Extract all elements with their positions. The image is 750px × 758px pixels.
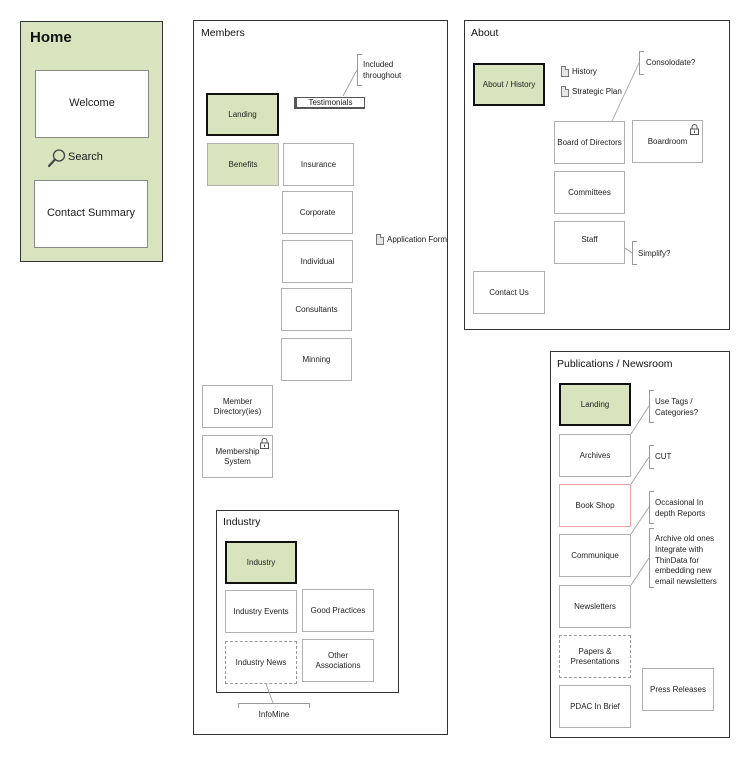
search-item[interactable]: Search xyxy=(47,148,127,168)
consolidate-note: Consolodate? xyxy=(646,58,696,67)
infomine-label: InfoMine xyxy=(258,710,290,719)
industry-title: Industry xyxy=(223,516,261,528)
industry-landing-box[interactable]: Industry xyxy=(225,541,297,584)
board-of-directors-box[interactable]: Board of Directors xyxy=(554,121,625,164)
search-label: Search xyxy=(68,151,103,163)
industry-news-box[interactable]: Industry News xyxy=(225,641,297,684)
membership-system-label: Membership System xyxy=(215,446,260,466)
membership-system-box[interactable]: Membership System xyxy=(202,435,273,478)
strategic-plan-doc-label: Strategic Plan xyxy=(572,87,622,96)
history-doc-item[interactable]: History xyxy=(560,65,620,78)
other-associations-box[interactable]: Other Associations xyxy=(302,639,374,682)
newsletters-note-bracket xyxy=(649,528,654,588)
contact-us-box[interactable]: Contact Us xyxy=(473,271,545,314)
lock-icon xyxy=(260,438,269,449)
application-form-label: Application Form xyxy=(387,235,448,244)
benefit-insurance-box[interactable]: Insurance xyxy=(283,143,354,186)
document-icon xyxy=(561,86,569,97)
book-shop-box[interactable]: Book Shop xyxy=(559,484,631,527)
welcome-box[interactable]: Welcome xyxy=(35,70,149,138)
archives-note-bracket xyxy=(649,390,654,423)
consolidate-note-bracket xyxy=(639,51,644,75)
boardroom-box[interactable]: Boardroom xyxy=(632,120,703,163)
benefits-box[interactable]: Benefits xyxy=(207,143,279,186)
boardroom-label: Boardroom xyxy=(647,136,688,146)
newsletters-box[interactable]: Newsletters xyxy=(559,585,631,628)
simplify-note: Simplify? xyxy=(638,249,671,258)
testimonials-label: Testimonials xyxy=(308,98,353,107)
archives-note: Use Tags / Categories? xyxy=(655,397,699,417)
members-title: Members xyxy=(201,27,245,39)
press-releases-box[interactable]: Press Releases xyxy=(642,668,714,711)
publications-title: Publications / Newsroom xyxy=(557,358,673,370)
simplify-note-bracket xyxy=(632,241,637,265)
industry-events-box[interactable]: Industry Events xyxy=(225,590,297,633)
papers-presentations-box[interactable]: Papers & Presentations xyxy=(559,635,631,678)
archives-box[interactable]: Archives xyxy=(559,434,631,477)
book-shop-note-bracket xyxy=(649,445,654,469)
benefit-corporate-box[interactable]: Corporate xyxy=(282,191,353,234)
book-shop-note: CUT xyxy=(655,452,672,461)
contact-summary-box[interactable]: Contact Summary xyxy=(34,180,148,248)
good-practices-box[interactable]: Good Practices xyxy=(302,589,374,632)
history-doc-label: History xyxy=(572,67,597,76)
testimonials-note: Included throughout xyxy=(363,60,402,80)
communique-box[interactable]: Communique xyxy=(559,534,631,577)
pdac-in-brief-box[interactable]: PDAC In Brief xyxy=(559,685,631,728)
search-icon xyxy=(47,149,66,168)
home-title: Home xyxy=(30,29,72,46)
staff-box[interactable]: Staff xyxy=(554,221,625,264)
about-title: About xyxy=(471,27,499,39)
testimonials-box[interactable]: Testimonials xyxy=(294,97,365,109)
communique-note: Occasional In depth Reports xyxy=(655,498,706,518)
benefit-consultants-box[interactable]: Consultants xyxy=(281,288,352,331)
benefit-minning-box[interactable]: Minning xyxy=(281,338,352,381)
testimonials-note-bracket xyxy=(357,54,362,86)
home-section: Home Welcome Search Contact Summary xyxy=(20,21,163,262)
member-directory-box[interactable]: Member Directory(ies) xyxy=(202,385,273,428)
communique-note-bracket xyxy=(649,491,654,524)
members-landing-box[interactable]: Landing xyxy=(206,93,279,136)
infomine-bracket xyxy=(238,703,310,708)
application-form-item[interactable]: Application Form xyxy=(375,233,447,247)
document-icon xyxy=(561,66,569,77)
strategic-plan-doc-item[interactable]: Strategic Plan xyxy=(560,85,630,98)
lock-icon xyxy=(690,124,699,135)
committees-box[interactable]: Committees xyxy=(554,171,625,214)
document-icon xyxy=(376,234,384,245)
about-history-box[interactable]: About / History xyxy=(473,63,545,106)
newsletters-note: Archive old ones Integrate with ThinData… xyxy=(655,534,717,587)
publications-landing-box[interactable]: Landing xyxy=(559,383,631,426)
benefit-individual-box[interactable]: Individual xyxy=(282,240,353,283)
